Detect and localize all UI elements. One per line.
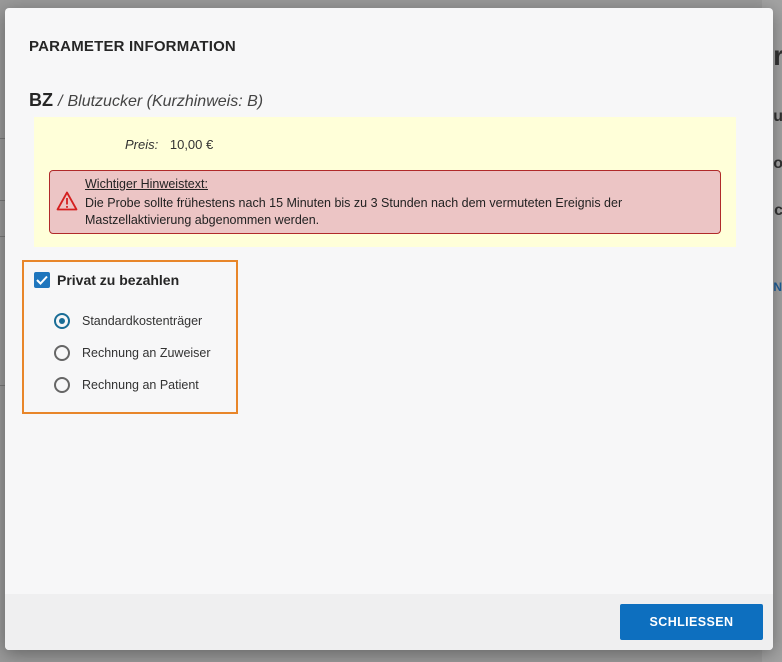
payment-options-group: Privat zu bezahlen Standardkostenträger … bbox=[22, 260, 238, 414]
parameter-info-dialog: PARAMETER INFORMATION BZ / Blutzucker (K… bbox=[5, 8, 773, 650]
price-label: Preis: bbox=[125, 137, 159, 152]
radio-label: Rechnung an Patient bbox=[82, 378, 199, 392]
radio-option-referrer[interactable]: Rechnung an Zuweiser bbox=[54, 345, 211, 361]
radio-button[interactable] bbox=[54, 313, 70, 329]
background-fragment: r bbox=[773, 40, 782, 71]
warning-triangle-icon bbox=[56, 191, 78, 211]
private-payment-checkbox[interactable] bbox=[34, 272, 50, 288]
price-row: Preis: 10,00 € bbox=[125, 137, 213, 152]
parameter-code: BZ bbox=[29, 90, 53, 110]
parameter-info-box: Preis: 10,00 € Wichtiger Hinweistext: Di… bbox=[34, 117, 736, 247]
parameter-name: Blutzucker (Kurzhinweis: B) bbox=[67, 93, 264, 110]
dialog-title: PARAMETER INFORMATION bbox=[29, 38, 236, 55]
background-fragment: c bbox=[774, 202, 782, 219]
checkmark-icon bbox=[36, 275, 48, 285]
warning-notice: Wichtiger Hinweistext: Die Probe sollte … bbox=[49, 170, 721, 234]
dialog-footer: SCHLIESSEN bbox=[5, 594, 773, 650]
parameter-heading: BZ / Blutzucker (Kurzhinweis: B) bbox=[29, 90, 263, 111]
warning-title: Wichtiger Hinweistext: bbox=[85, 177, 208, 191]
private-payment-checkbox-row[interactable]: Privat zu bezahlen bbox=[34, 272, 179, 288]
radio-label: Standardkostenträger bbox=[82, 314, 203, 328]
close-button[interactable]: SCHLIESSEN bbox=[620, 604, 763, 640]
background-fragment: u bbox=[773, 108, 782, 125]
private-payment-label: Privat zu bezahlen bbox=[57, 272, 180, 288]
radio-option-patient[interactable]: Rechnung an Patient bbox=[54, 377, 199, 393]
parameter-separator: / bbox=[58, 93, 63, 110]
radio-button[interactable] bbox=[54, 345, 70, 361]
radio-label: Rechnung an Zuweiser bbox=[82, 346, 211, 360]
warning-text: Die Probe sollte frühestens nach 15 Minu… bbox=[85, 196, 623, 227]
background-fragment: o bbox=[773, 155, 782, 172]
radio-button[interactable] bbox=[54, 377, 70, 393]
radio-option-standard[interactable]: Standardkostenträger bbox=[54, 313, 202, 329]
price-value: 10,00 € bbox=[169, 137, 214, 152]
background-fragment: N bbox=[773, 280, 782, 294]
